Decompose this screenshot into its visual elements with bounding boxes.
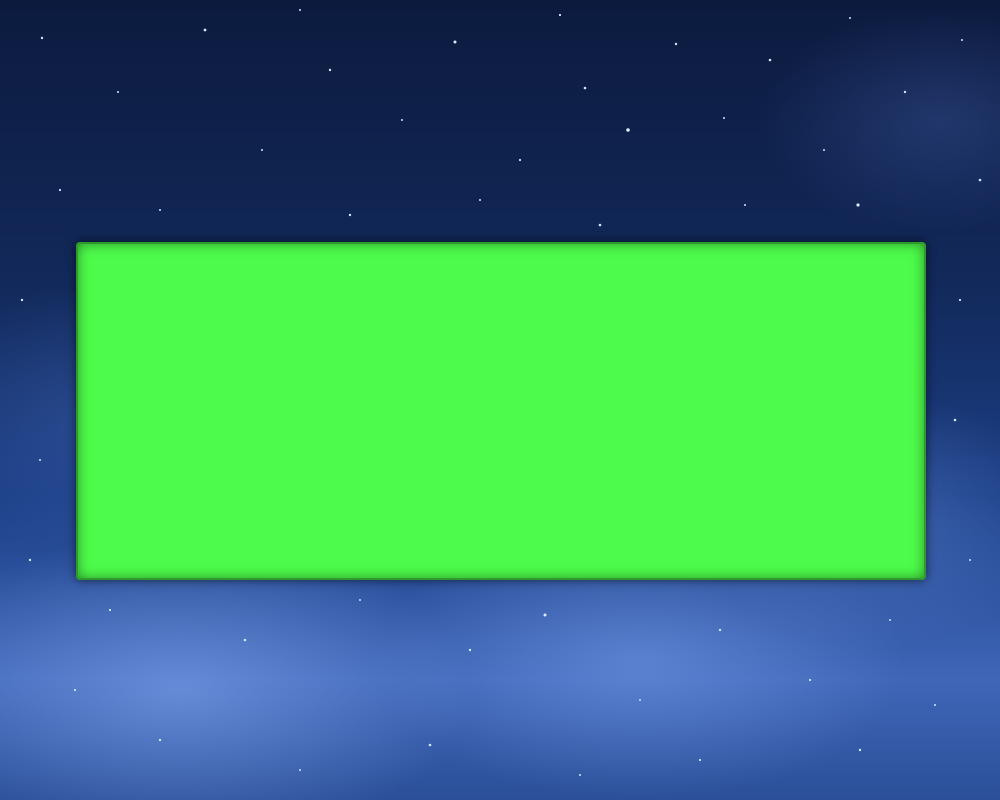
green-screen-panel [76,242,926,580]
space-background [0,0,1000,800]
